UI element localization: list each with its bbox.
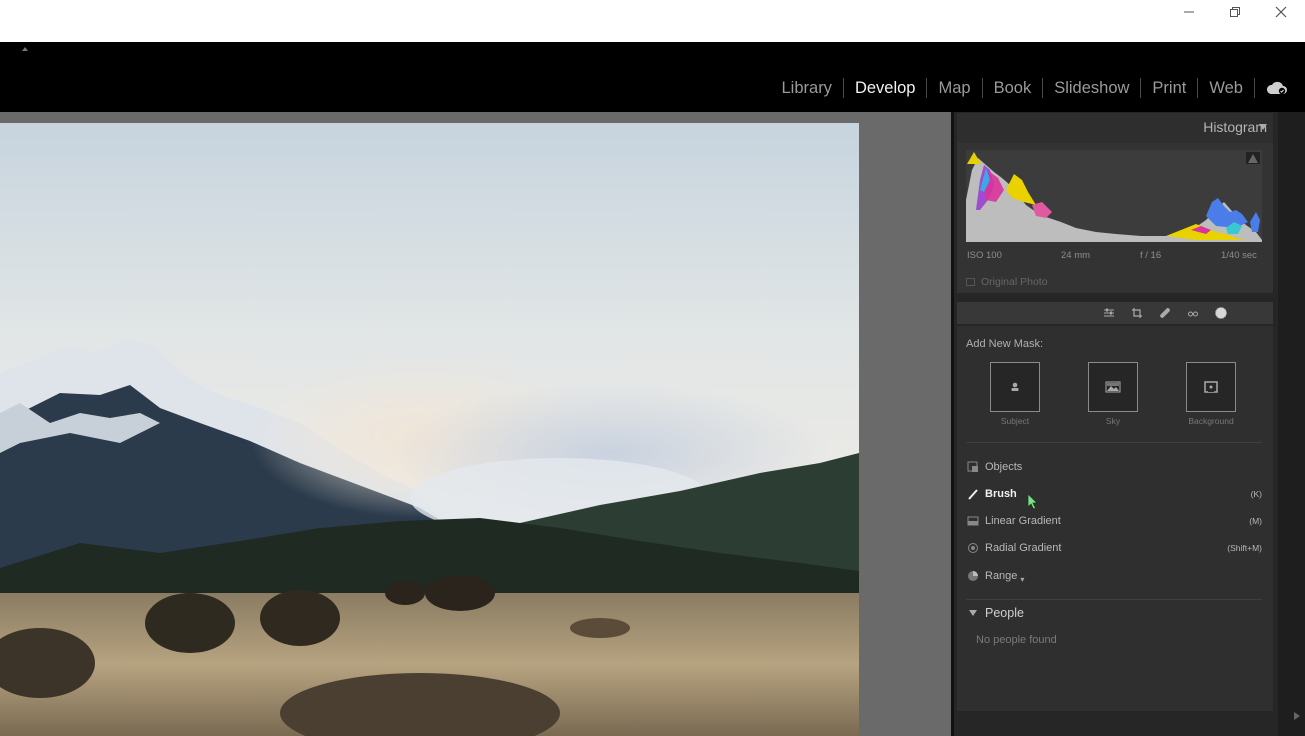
develop-tool-strip <box>957 302 1273 324</box>
highlight-clipping-warning-icon[interactable] <box>1246 152 1260 164</box>
mask-tool-brush-shortcut: (K) <box>1250 489 1262 499</box>
photo-preview[interactable] <box>0 123 859 736</box>
cloud-sync-icon <box>1266 81 1287 95</box>
subject-icon <box>1011 382 1019 391</box>
minimize-icon <box>1184 11 1194 13</box>
original-photo-toggle[interactable]: Original Photo <box>966 276 1048 288</box>
exif-aperture: f / 16 <box>1140 250 1162 261</box>
sky-icon <box>1105 381 1121 393</box>
range-icon <box>966 569 980 583</box>
mask-tool-objects-label: Objects <box>985 461 1023 473</box>
objects-icon <box>966 460 980 474</box>
edit-tool[interactable] <box>1102 306 1116 320</box>
select-sky-label: Sky <box>1105 416 1121 426</box>
mask-tool-linear-gradient-shortcut: (M) <box>1249 516 1262 526</box>
healing-tool[interactable] <box>1158 306 1172 320</box>
exif-iso: ISO 100 <box>967 250 1002 261</box>
linear-gradient-icon <box>966 514 980 528</box>
mask-icon <box>1215 307 1227 319</box>
people-section-header[interactable]: People <box>969 606 1024 620</box>
select-background-button[interactable] <box>1186 362 1236 412</box>
add-new-mask-label: Add New Mask: <box>966 338 1044 350</box>
mask-tool-range-label: Range <box>985 570 1018 582</box>
window-title-bar <box>0 0 1305 42</box>
mouse-cursor-icon <box>1027 493 1038 510</box>
crop-tool[interactable] <box>1130 306 1144 320</box>
masking-tool[interactable] <box>1214 306 1228 320</box>
exif-shutter-speed: 1/40 sec <box>1221 250 1257 261</box>
minimize-button[interactable] <box>1166 0 1212 24</box>
red-eye-tool[interactable] <box>1186 306 1200 320</box>
mask-tool-radial-gradient-label: Radial Gradient <box>985 542 1062 554</box>
select-background-label: Background <box>1188 416 1234 426</box>
collapse-histogram-icon[interactable] <box>1259 124 1267 130</box>
mask-tool-radial-gradient-shortcut: (Shift+M) <box>1227 543 1262 553</box>
module-web[interactable]: Web <box>1198 77 1254 99</box>
close-icon <box>1275 6 1287 18</box>
eye-icon <box>1188 311 1198 317</box>
crop-icon <box>1132 308 1142 318</box>
collapse-top-panel-icon[interactable] <box>21 46 29 52</box>
select-sky-button[interactable] <box>1088 362 1138 412</box>
bandage-icon <box>1160 308 1170 318</box>
mask-tool-linear-gradient-label: Linear Gradient <box>985 515 1061 527</box>
module-map[interactable]: Map <box>927 77 981 99</box>
mask-tool-range[interactable]: Range ▾ <box>966 566 1262 586</box>
expand-right-panel-icon[interactable] <box>1294 712 1300 720</box>
original-photo-label: Original Photo <box>981 276 1048 288</box>
original-photo-checkbox[interactable] <box>966 278 975 286</box>
select-subject-label: Subject <box>1000 416 1030 426</box>
module-library[interactable]: Library <box>771 77 843 99</box>
restore-button[interactable] <box>1212 0 1258 24</box>
no-people-message: No people found <box>976 634 1057 646</box>
close-button[interactable] <box>1258 0 1304 24</box>
module-separator <box>1254 78 1255 98</box>
shadow-clipping-warning-icon[interactable] <box>967 152 981 164</box>
people-title: People <box>985 606 1024 620</box>
mask-tool-radial-gradient[interactable]: Radial Gradient (Shift+M) <box>966 538 1262 558</box>
brush-icon <box>966 487 980 501</box>
mask-tool-brush[interactable]: Brush (K) <box>966 484 1262 504</box>
histogram-title[interactable]: Histogram <box>1203 119 1267 135</box>
module-print[interactable]: Print <box>1141 77 1197 99</box>
select-subject-button[interactable] <box>990 362 1040 412</box>
cloud-sync-button[interactable] <box>1265 78 1289 98</box>
radial-gradient-icon <box>966 541 980 555</box>
restore-icon <box>1230 7 1240 17</box>
people-section-divider <box>966 599 1262 600</box>
mask-tool-brush-label: Brush <box>985 488 1017 500</box>
sliders-icon <box>1104 308 1114 317</box>
background-icon <box>1204 381 1218 393</box>
module-develop[interactable]: Develop <box>844 77 927 99</box>
mask-tool-objects[interactable]: Objects <box>966 457 1262 477</box>
module-slideshow[interactable]: Slideshow <box>1043 77 1140 99</box>
mask-section-divider <box>966 442 1262 443</box>
people-expand-icon <box>969 610 977 616</box>
panel-scrollbar[interactable] <box>1278 112 1305 736</box>
histogram-graph[interactable] <box>966 150 1262 242</box>
exif-focal-length: 24 mm <box>1061 250 1091 261</box>
module-book[interactable]: Book <box>983 77 1043 99</box>
range-submenu-icon: ▾ <box>1020 574 1025 584</box>
panel-divider[interactable] <box>951 112 954 736</box>
mask-tool-linear-gradient[interactable]: Linear Gradient (M) <box>966 511 1262 531</box>
module-picker: Library Develop Map Book Slideshow Print… <box>771 77 1305 99</box>
